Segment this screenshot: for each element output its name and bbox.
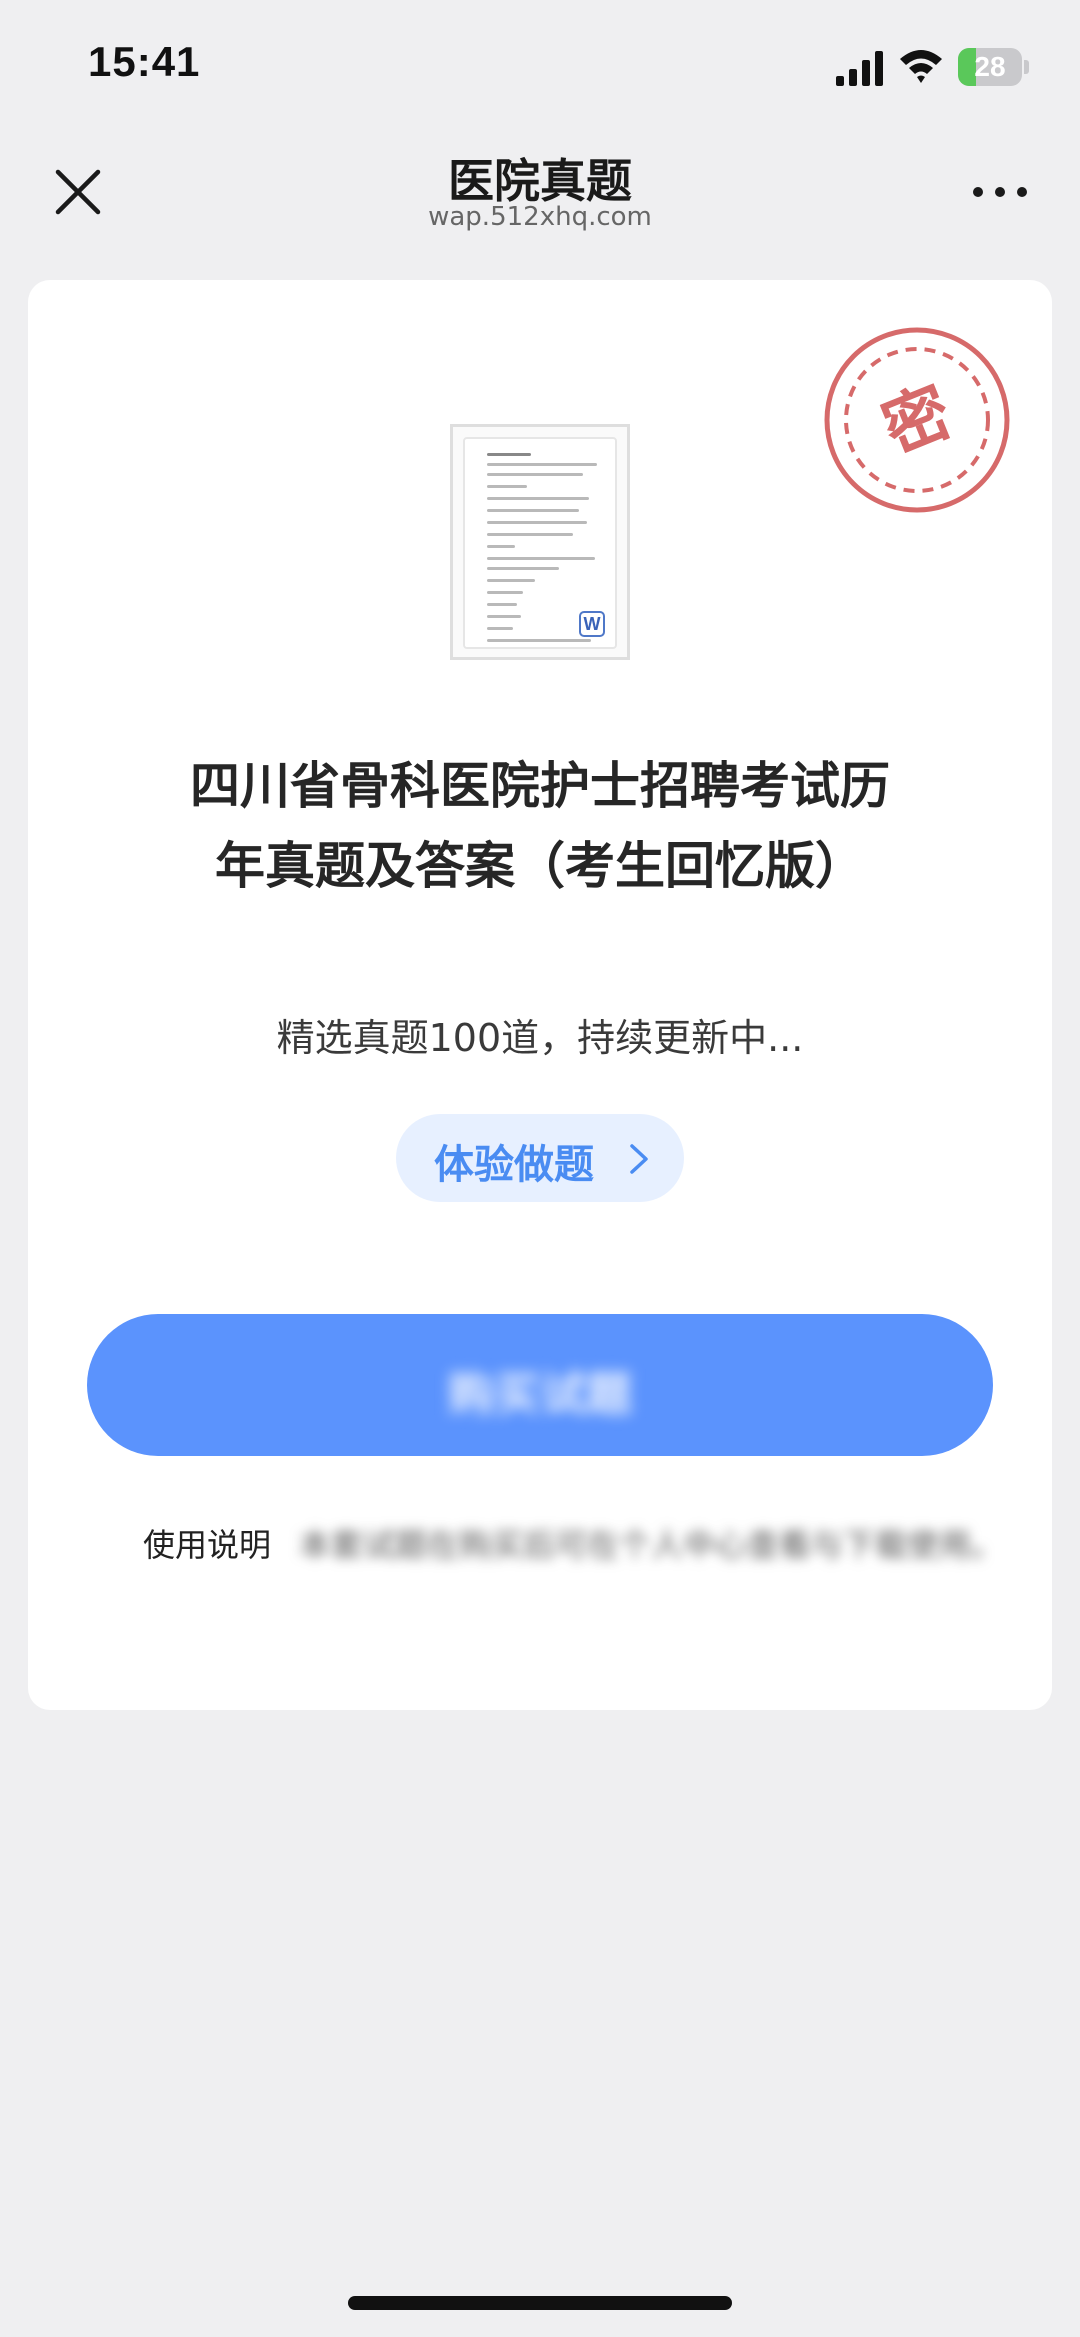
nav-bar: 医院真题 wap.512xhq.com — [0, 130, 1080, 250]
battery-level: 28 — [974, 51, 1006, 82]
more-icon[interactable] — [970, 182, 1030, 202]
chevron-right-icon — [630, 1144, 648, 1174]
wifi-icon — [900, 50, 942, 83]
buy-button[interactable]: 购买试题 — [87, 1314, 993, 1456]
document-page: W — [463, 437, 617, 649]
usage-text: 本套试题在购买后可在个人中心查看与下载使用。 — [299, 1526, 1004, 1564]
cellular-signal-icon — [836, 51, 883, 86]
page-url: wap.512xhq.com — [428, 202, 652, 232]
product-card: 密 W 四川省骨科医院护士招聘考试历年真题及答案（考生回忆版） 精选真题100道… — [28, 280, 1052, 1710]
trial-practice-button[interactable]: 体验做题 — [396, 1114, 684, 1202]
trial-practice-label: 体验做题 — [434, 1142, 594, 1188]
confidential-stamp-icon: 密 — [824, 327, 1010, 513]
exam-title: 四川省骨科医院护士招聘考试历年真题及答案（考生回忆版） — [190, 757, 890, 895]
document-thumbnail: W — [450, 424, 630, 660]
screen: 15:41 28 医院真题 wap.512xhq.com 密 W 四川省骨科医院… — [0, 0, 1080, 2337]
exam-subtitle: 精选真题100道，持续更新中... — [276, 1016, 804, 1060]
status-bar: 15:41 28 — [0, 0, 1080, 130]
usage-note: 使用说明 本套试题在购买后可在个人中心查看与下载使用。 — [143, 1520, 1003, 1566]
stamp-text: 密 — [872, 372, 962, 468]
home-indicator — [348, 2296, 732, 2310]
status-time: 15:41 — [88, 38, 201, 85]
usage-label: 使用说明 — [143, 1526, 272, 1564]
word-document-icon: W — [579, 611, 605, 637]
buy-button-label: 购买试题 — [448, 1367, 632, 1421]
battery-icon: 28 — [958, 48, 1030, 86]
